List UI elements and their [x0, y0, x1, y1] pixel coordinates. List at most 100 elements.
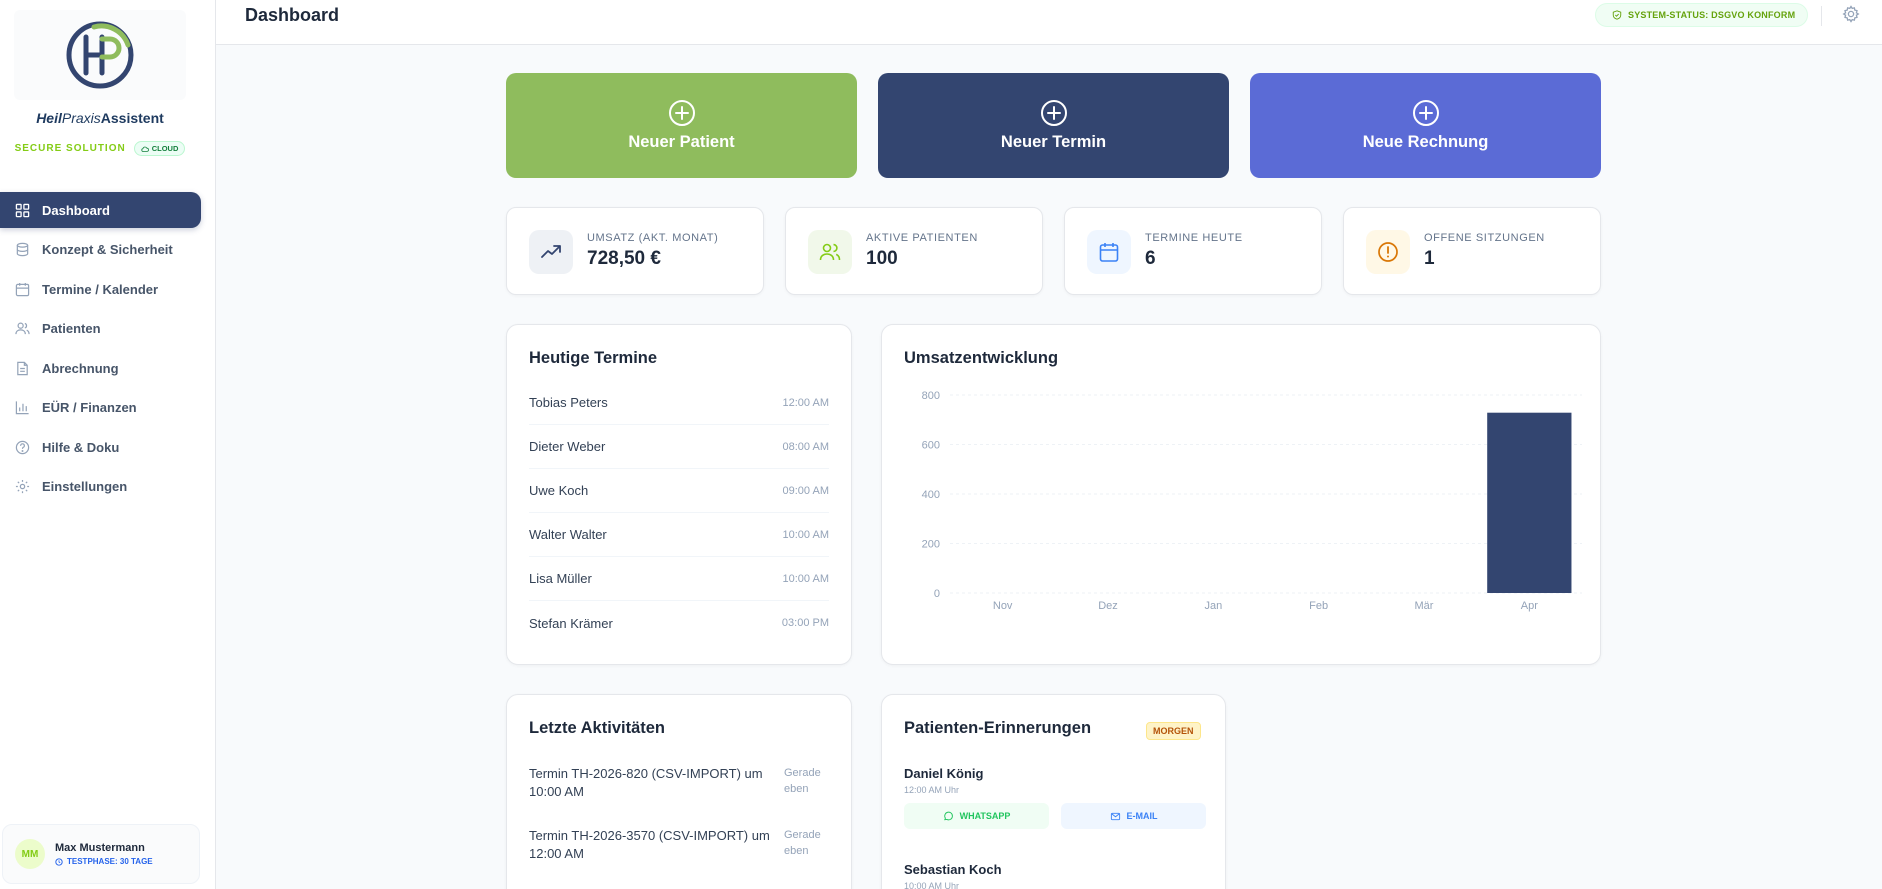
- sidebar-item-termine[interactable]: Termine / Kalender: [0, 271, 201, 307]
- appointment-name: Tobias Peters: [529, 395, 608, 410]
- stat-value: 728,50 €: [587, 248, 661, 269]
- clock-icon: [55, 857, 63, 866]
- stat-label: OFFENE SITZUNGEN: [1424, 232, 1545, 244]
- y-tick-label: 200: [922, 539, 940, 551]
- whatsapp-button[interactable]: WHATSAPP: [904, 803, 1049, 829]
- appointment-time: 10:00 AM: [782, 528, 829, 541]
- appointment-name: Lisa Müller: [529, 571, 592, 586]
- bar-chart-icon: [15, 401, 29, 415]
- sidebar-item-konzept[interactable]: Konzept & Sicherheit: [0, 232, 201, 268]
- stat-open-sessions: OFFENE SITZUNGEN 1: [1343, 207, 1601, 295]
- y-tick-label: 600: [922, 440, 940, 452]
- appointment-time: 03:00 PM: [781, 617, 829, 629]
- plus-circle-icon: [668, 100, 695, 126]
- x-tick-label: Nov: [993, 600, 1013, 612]
- appointment-time: 09:00 AM: [782, 484, 829, 497]
- sidebar-item-einstellungen[interactable]: Einstellungen: [0, 469, 201, 505]
- users-icon: [819, 243, 841, 261]
- list-item[interactable]: Walter Walter 10:00 AM: [529, 513, 829, 557]
- message-icon: [943, 811, 953, 820]
- sidebar-item-dashboard[interactable]: Dashboard: [0, 192, 201, 228]
- bar-Apr[interactable]: [1487, 412, 1572, 593]
- secure-label: SECURE SOLUTION: [14, 143, 126, 154]
- new-appointment-button[interactable]: Neuer Termin: [878, 73, 1229, 178]
- recent-activities-panel: Letzte Aktivitäten Termin TH-2026-820 (C…: [506, 694, 852, 889]
- settings-gear-icon[interactable]: [1842, 5, 1860, 23]
- shield-check-icon: [1612, 10, 1622, 20]
- dashboard-icon: [15, 203, 30, 217]
- stat-appointments-today: TERMINE HEUTE 6: [1064, 207, 1322, 295]
- appointment-time: 10:00 AM: [782, 572, 829, 585]
- new-patient-button[interactable]: Neuer Patient: [506, 73, 857, 178]
- list-item[interactable]: Dieter Weber 08:00 AM: [529, 425, 829, 469]
- stat-icon-box: [1366, 230, 1410, 274]
- reminder-patient-name: Sebastian Koch: [904, 862, 1002, 877]
- secure-solution: SECURE SOLUTION CLOUD: [0, 141, 200, 156]
- top-header: Dashboard SYSTEM-STATUS: DSGVO KONFORM: [216, 0, 1882, 45]
- sidebar-item-hilfe[interactable]: Hilfe & Doku: [0, 429, 201, 465]
- stat-icon-box: [1087, 230, 1131, 274]
- activity-text: Termin TH-2026-3570 (CSV-IMPORT) um 12:0…: [529, 828, 770, 861]
- sidebar-item-abrechnung[interactable]: Abrechnung: [0, 350, 201, 386]
- stat-label: TERMINE HEUTE: [1145, 232, 1243, 244]
- list-item[interactable]: Lisa Müller 10:00 AM: [529, 557, 829, 601]
- appointment-time: 08:00 AM: [782, 440, 829, 453]
- list-item[interactable]: Stefan Krämer 03:00 PM: [529, 601, 829, 645]
- logo[interactable]: [14, 10, 186, 100]
- stat-value: 6: [1145, 248, 1156, 269]
- activity-text: Termin TH-2026-820 (CSV-IMPORT) um 10:00…: [529, 766, 763, 799]
- stat-value: 1: [1424, 248, 1435, 269]
- sidebar-item-label: Abrechnung: [42, 360, 119, 376]
- sidebar-item-label: Patienten: [42, 321, 101, 336]
- new-invoice-button[interactable]: Neue Rechnung: [1250, 73, 1601, 178]
- sidebar-item-label: EÜR / Finanzen: [42, 400, 137, 415]
- trending-up-icon: [541, 245, 561, 258]
- sidebar-item-label: Hilfe & Doku: [42, 439, 120, 455]
- x-tick-label: Jan: [1204, 600, 1222, 612]
- list-item[interactable]: Uwe Koch 09:00 AM: [529, 469, 829, 513]
- calendar-icon: [1099, 243, 1119, 262]
- sidebar-item-label: Einstellungen: [42, 479, 128, 494]
- appointment-name: Stefan Krämer: [529, 615, 613, 631]
- sidebar-item-patienten[interactable]: Patienten: [0, 311, 201, 347]
- panel-title: Heutige Termine: [529, 349, 658, 367]
- today-appointments-panel: Heutige Termine Tobias Peters 12:00 AM D…: [506, 324, 852, 665]
- y-tick-label: 400: [922, 489, 940, 501]
- cloud-icon: [141, 146, 149, 152]
- calendar-icon: [15, 282, 30, 296]
- user-name: Max Mustermann: [55, 842, 145, 854]
- activity-time: Gerade eben: [784, 767, 821, 795]
- trial-status: TESTPHASE: 30 TAGE: [55, 857, 153, 866]
- appointment-time: 12:00 AM: [782, 396, 829, 409]
- x-tick-label: Apr: [1521, 600, 1538, 612]
- y-tick-label: 800: [922, 390, 940, 402]
- user-card[interactable]: MM Max Mustermann TESTPHASE: 30 TAGE: [2, 824, 200, 884]
- appointment-name: Uwe Koch: [529, 483, 589, 498]
- mail-icon: [1110, 812, 1120, 820]
- sidebar-item-finanzen[interactable]: EÜR / Finanzen: [0, 390, 201, 426]
- stat-label: AKTIVE PATIENTEN: [866, 232, 978, 244]
- sidebar-item-label: Konzept & Sicherheit: [42, 242, 173, 257]
- stat-icon-box: [529, 230, 573, 274]
- sidebar-nav: Dashboard Konzept & Sicherheit Termine /…: [0, 192, 201, 508]
- x-tick-label: Feb: [1309, 600, 1328, 612]
- x-tick-label: Mär: [1415, 600, 1434, 612]
- list-item[interactable]: Termin TH-2026-3570 (CSV-IMPORT) um 12:0…: [529, 827, 829, 863]
- plus-circle-icon: [1412, 100, 1439, 126]
- logo-icon: [66, 21, 134, 89]
- users-icon: [15, 322, 30, 335]
- reminder-time: 12:00 AM Uhr: [904, 785, 960, 795]
- list-item[interactable]: Tobias Peters 12:00 AM: [529, 381, 829, 425]
- sidebar-item-label: Termine / Kalender: [42, 281, 159, 297]
- x-tick-label: Dez: [1098, 600, 1118, 612]
- cloud-badge: CLOUD: [133, 141, 186, 156]
- help-icon: [15, 440, 30, 454]
- sidebar-item-label: Dashboard: [42, 202, 110, 218]
- tomorrow-badge: MORGEN: [1146, 722, 1201, 740]
- stat-active-patients: AKTIVE PATIENTEN 100: [785, 207, 1043, 295]
- list-item[interactable]: Termin TH-2026-820 (CSV-IMPORT) um 10:00…: [529, 765, 829, 801]
- brand-name: HeilPraxisAssistent: [36, 110, 164, 126]
- revenue-chart-panel: Umsatzentwicklung 0 200 400 600 800 Nov Dez Ja…: [881, 324, 1601, 665]
- y-tick-label: 0: [934, 588, 940, 600]
- email-button[interactable]: E-MAIL: [1061, 803, 1206, 829]
